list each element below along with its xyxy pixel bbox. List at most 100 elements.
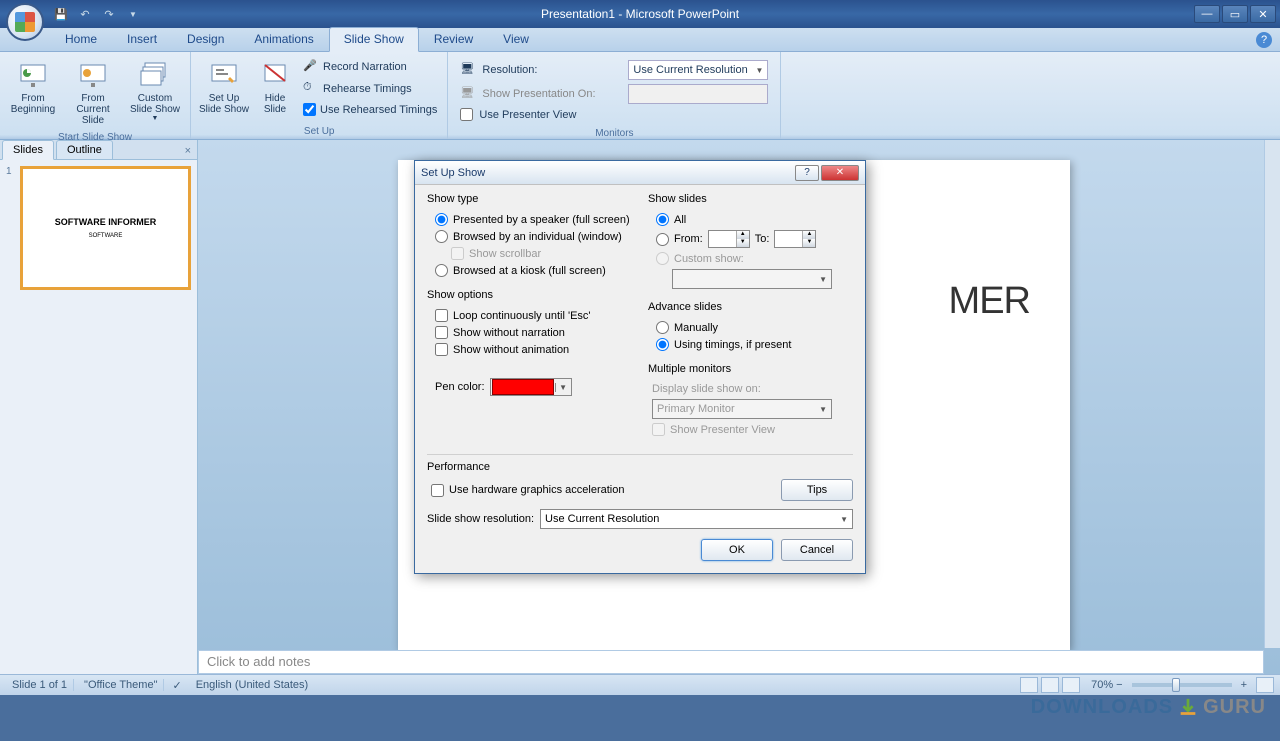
label-loop[interactable]: Loop continuously until 'Esc' — [453, 310, 591, 322]
checkbox-no-animation[interactable] — [435, 343, 448, 356]
label-manually[interactable]: Manually — [674, 322, 718, 334]
close-button[interactable]: ✕ — [1250, 5, 1276, 23]
maximize-button[interactable]: ▭ — [1222, 5, 1248, 23]
label-presented[interactable]: Presented by a speaker (full screen) — [453, 214, 630, 226]
zoom-thumb[interactable] — [1172, 678, 1180, 692]
normal-view-button[interactable] — [1020, 677, 1038, 693]
label-browsed-individual[interactable]: Browsed by an individual (window) — [453, 231, 622, 243]
vertical-scrollbar[interactable] — [1264, 140, 1280, 648]
radio-all[interactable] — [656, 213, 669, 226]
custom-slideshow-button[interactable]: Custom Slide Show ▼ — [124, 55, 186, 130]
custom-show-combo: ▼ — [672, 269, 832, 289]
spellcheck-icon[interactable]: ✓ — [168, 679, 185, 692]
fit-window-button[interactable] — [1256, 677, 1274, 693]
office-button[interactable] — [6, 3, 44, 41]
watermark-text1: DOWNLOADS — [1031, 696, 1173, 719]
watermark-text2: GURU — [1203, 696, 1266, 719]
tab-home[interactable]: Home — [50, 27, 112, 51]
presenter-view-checkbox[interactable] — [460, 108, 473, 121]
minimize-button[interactable]: — — [1194, 5, 1220, 23]
show-on-combo — [628, 84, 768, 104]
radio-custom-show — [656, 252, 669, 265]
zoom-out-button[interactable]: − — [1116, 679, 1122, 691]
redo-icon[interactable]: ↷ — [100, 5, 118, 23]
label-hardware-accel[interactable]: Use hardware graphics acceleration — [449, 484, 624, 496]
label-from[interactable]: From: — [674, 233, 703, 245]
zoom-percent[interactable]: 70% — [1091, 679, 1113, 691]
thumb-title: SOFTWARE INFORMER — [55, 217, 157, 227]
from-beginning-button[interactable]: From Beginning — [4, 55, 62, 130]
ribbon: From Beginning From Current Slide Custom… — [0, 52, 1280, 140]
dialog-help-button[interactable]: ? — [795, 165, 819, 181]
download-arrow-icon — [1177, 697, 1199, 719]
radio-browsed-individual[interactable] — [435, 230, 448, 243]
group-label: Monitors — [452, 126, 776, 141]
tab-design[interactable]: Design — [172, 27, 239, 51]
hide-slide-button[interactable]: Hide Slide — [255, 55, 295, 124]
setup-slideshow-button[interactable]: Set Up Slide Show — [195, 55, 253, 124]
dialog-titlebar[interactable]: Set Up Show ? ✕ — [415, 161, 865, 185]
label-timings[interactable]: Using timings, if present — [674, 339, 791, 351]
rehearse-label: Rehearse Timings — [323, 83, 412, 95]
dialog-close-button[interactable]: ✕ — [821, 165, 859, 181]
from-beginning-label: From Beginning — [11, 93, 55, 115]
tips-button[interactable]: Tips — [781, 479, 853, 501]
use-rehearsed-checkbox[interactable]: Use Rehearsed Timings — [299, 101, 441, 118]
record-narration-button[interactable]: 🎤 Record Narration — [299, 57, 441, 77]
radio-manually[interactable] — [656, 321, 669, 334]
presentation-icon — [17, 59, 49, 91]
radio-timings[interactable] — [656, 338, 669, 351]
ok-button[interactable]: OK — [701, 539, 773, 561]
notes-pane[interactable]: Click to add notes — [198, 650, 1264, 674]
tab-slideshow[interactable]: Slide Show — [329, 27, 419, 52]
pen-color-label: Pen color: — [435, 381, 485, 393]
checkbox-loop[interactable] — [435, 309, 448, 322]
radio-kiosk[interactable] — [435, 264, 448, 277]
resolution-combo[interactable]: Use Current Resolution ▼ — [628, 60, 768, 80]
label-no-narration[interactable]: Show without narration — [453, 327, 565, 339]
label-kiosk[interactable]: Browsed at a kiosk (full screen) — [453, 265, 606, 277]
status-language[interactable]: English (United States) — [190, 679, 315, 691]
tab-view[interactable]: View — [488, 27, 544, 51]
radio-from[interactable] — [656, 233, 669, 246]
save-icon[interactable]: 💾 — [52, 5, 70, 23]
zoom-in-button[interactable]: + — [1241, 679, 1247, 691]
thumb-number: 1 — [6, 166, 16, 290]
group-label: Set Up — [195, 124, 443, 139]
side-panel: Slides Outline × 1 SOFTWARE INFORMER SOF… — [0, 140, 198, 674]
undo-icon[interactable]: ↶ — [76, 5, 94, 23]
monitor-icon: 🖥 — [460, 62, 476, 78]
label-custom-show: Custom show: — [674, 253, 744, 265]
group-setup: Set Up Slide Show Hide Slide 🎤 Record Na… — [191, 52, 448, 139]
hide-slide-icon — [259, 59, 291, 91]
checkbox-hardware-accel[interactable] — [431, 484, 444, 497]
slideshow-view-button[interactable] — [1062, 677, 1080, 693]
to-spinner[interactable]: ▲▼ — [774, 230, 816, 248]
sorter-view-button[interactable] — [1041, 677, 1059, 693]
tab-review[interactable]: Review — [419, 27, 488, 51]
chevron-down-icon: ▼ — [819, 405, 827, 414]
window-title: Presentation1 - Microsoft PowerPoint — [541, 7, 739, 21]
group-monitors: 🖥 Resolution: Use Current Resolution ▼ 🖥… — [448, 52, 781, 139]
label-no-animation[interactable]: Show without animation — [453, 344, 569, 356]
help-icon[interactable]: ? — [1256, 32, 1272, 48]
clock-icon: ⏱ — [303, 81, 319, 97]
checkbox-no-narration[interactable] — [435, 326, 448, 339]
qat-dropdown-icon[interactable]: ▼ — [124, 5, 142, 23]
close-pane-icon[interactable]: × — [179, 143, 197, 159]
thumb-subtitle: SOFTWARE — [89, 233, 123, 239]
cancel-button[interactable]: Cancel — [781, 539, 853, 561]
from-spinner[interactable]: ▲▼ — [708, 230, 750, 248]
label-all[interactable]: All — [674, 214, 686, 226]
from-current-button[interactable]: From Current Slide — [64, 55, 122, 130]
rehearse-timings-button[interactable]: ⏱ Rehearse Timings — [299, 79, 441, 99]
slide-thumbnail[interactable]: 1 SOFTWARE INFORMER SOFTWARE — [6, 166, 191, 290]
tab-insert[interactable]: Insert — [112, 27, 172, 51]
tab-animations[interactable]: Animations — [239, 27, 328, 51]
presenter-view-label: Use Presenter View — [479, 109, 576, 121]
rehearsed-checkbox[interactable] — [303, 103, 316, 116]
zoom-slider[interactable] — [1132, 683, 1232, 687]
resolution-combo[interactable]: Use Current Resolution▼ — [540, 509, 853, 529]
radio-presented[interactable] — [435, 213, 448, 226]
pen-color-picker[interactable]: ▼ — [490, 378, 572, 396]
